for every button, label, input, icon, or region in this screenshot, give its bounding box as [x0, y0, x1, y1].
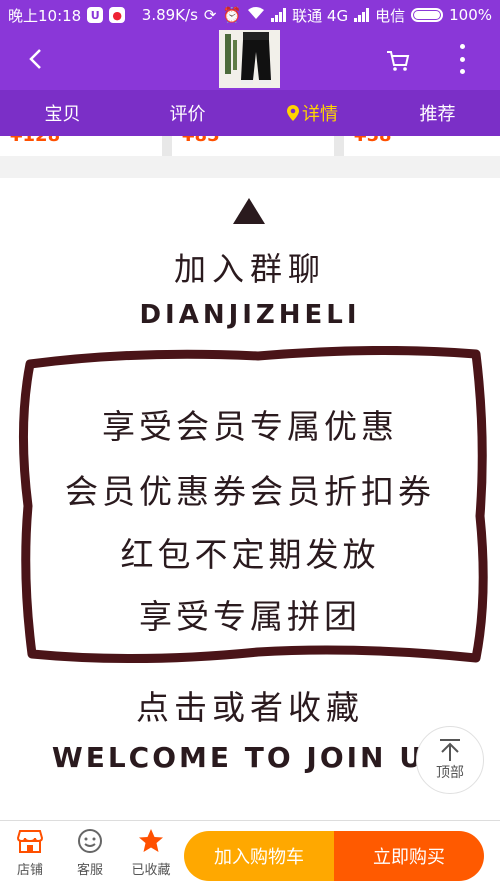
service-button[interactable]: 客服: [60, 827, 120, 883]
sync-icon: ⟳: [203, 6, 217, 24]
tab-details[interactable]: 详情: [250, 90, 375, 136]
tab-reviews[interactable]: 评价: [125, 90, 250, 136]
tab-item[interactable]: 宝贝: [0, 90, 125, 136]
recommend-card[interactable]: ¥85: [172, 136, 334, 156]
add-to-cart-button[interactable]: 加入购物车: [184, 831, 334, 881]
wifi-icon: [247, 6, 265, 24]
benefit-line: 红包不定期发放: [120, 535, 380, 574]
service-label: 客服: [76, 863, 103, 878]
battery-level: 100%: [449, 6, 492, 24]
tab-bar: 宝贝 评价 详情 推荐: [0, 90, 500, 136]
back-to-top-label: 顶部: [436, 765, 464, 781]
up-triangle-icon: [233, 198, 265, 224]
card-price: ¥85: [182, 136, 220, 146]
app-notification-icon: U: [87, 7, 104, 23]
cart-icon[interactable]: [384, 46, 412, 74]
alarm-icon: ⏰: [222, 6, 242, 24]
back-to-top-button[interactable]: 顶部: [416, 726, 484, 794]
location-pin-icon: [287, 105, 299, 121]
tab-recommend[interactable]: 推荐: [375, 90, 500, 136]
more-icon[interactable]: [452, 44, 472, 74]
recommend-card[interactable]: ¥58: [344, 136, 500, 156]
tab-reviews-label: 评价: [169, 104, 206, 125]
poster-subtitle: DIANJIZHELI: [139, 300, 361, 330]
carrier-2: 电信: [375, 6, 406, 25]
network-speed: 3.89K/s: [141, 6, 198, 24]
card-price: ¥58: [354, 136, 392, 146]
benefit-line: 会员优惠券会员折扣券: [65, 472, 435, 511]
star-icon: [139, 829, 163, 852]
signal-icon-2: [354, 8, 370, 22]
netease-notification-icon: ●: [109, 7, 126, 23]
tab-item-label: 宝贝: [44, 104, 81, 125]
service-icon: [78, 829, 102, 853]
detail-poster: 加入群聊 DIANJIZHELI 享受会员专属优惠 会员优惠券会员折扣券 红包不…: [0, 178, 500, 820]
poster-title: 加入群聊: [173, 250, 326, 288]
status-bar: 晚上10:18 U ● 3.89K/s ⟳ ⏰ 联通 4G 电信 100%: [0, 0, 500, 30]
shop-icon: [16, 830, 44, 853]
signal-icon: [271, 8, 287, 22]
favorite-button[interactable]: 已收藏: [121, 827, 181, 883]
shop-label: 店铺: [16, 863, 43, 878]
favorite-label: 已收藏: [131, 863, 171, 878]
tab-details-label: 详情: [302, 104, 338, 125]
battery-icon: [411, 8, 444, 22]
recommend-peek-strip: ¥128 ¥85 ¥58: [0, 136, 500, 156]
arrow-up-icon: [440, 739, 460, 761]
call-to-action: 点击或者收藏: [136, 688, 364, 727]
product-thumbnail[interactable]: [219, 30, 280, 88]
carrier-1: 联通 4G: [292, 6, 349, 25]
recommend-card[interactable]: ¥128: [0, 136, 162, 156]
header-bar: [0, 30, 500, 90]
back-arrow-icon[interactable]: [24, 44, 54, 74]
benefit-line: 享受专属拼团: [139, 597, 361, 636]
bottom-action-bar: 店铺 客服 已收藏 加入购物车 立即购买: [0, 820, 500, 888]
shop-button[interactable]: 店铺: [0, 827, 60, 883]
tab-recommend-label: 推荐: [419, 104, 456, 125]
benefit-line: 享受会员专属优惠: [102, 407, 398, 446]
buy-now-button[interactable]: 立即购买: [334, 831, 484, 881]
card-price: ¥128: [10, 136, 60, 146]
status-time: 晚上10:18: [8, 6, 82, 25]
